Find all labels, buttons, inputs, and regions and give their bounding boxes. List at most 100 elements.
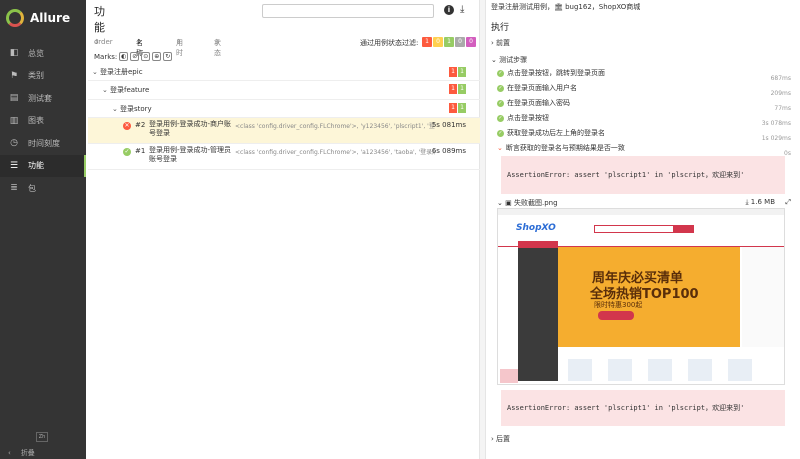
expand-icon[interactable]: ⤢: [785, 198, 791, 207]
step-label: 点击登录按钮，跳转到登录页面: [507, 69, 605, 77]
step-row[interactable]: ✓ 点击登录按钮 3s 078ms: [497, 113, 797, 127]
sort-order[interactable]: order ⇕: [94, 38, 113, 46]
sidebar-item-label: 功能: [28, 161, 44, 171]
sidebar-item-graphs[interactable]: ▥ 图表: [0, 110, 86, 133]
list-alt-icon: ≣: [10, 183, 18, 194]
clock-icon: ◷: [10, 138, 18, 149]
failed-status-icon: ✕: [123, 122, 131, 130]
brand[interactable]: Allure: [0, 0, 86, 36]
sidebar-item-categories[interactable]: ⚑ 类别: [0, 65, 86, 88]
marks-label: Marks:: [94, 52, 118, 61]
attachment-size: ⤓ 1.6 MB: [745, 198, 775, 207]
teardown-section[interactable]: › 后置: [491, 434, 510, 444]
mark-new-passed-icon[interactable]: ⊙: [141, 52, 151, 61]
passed-count: 1: [458, 103, 466, 113]
mark-new-broken-icon[interactable]: ⊕: [152, 52, 162, 61]
shot-product: [568, 359, 592, 381]
failed-step-row[interactable]: ⌄ 断言获取的登录名与预期结果是否一致 0s: [497, 143, 797, 157]
steps-section[interactable]: ⌄ 测试步骤: [491, 55, 527, 65]
test-case-row[interactable]: ✓ #1 登录用例-登录成功-管理员账号登录 <class 'config.dr…: [88, 144, 480, 170]
case-duration: 6s 089ms: [431, 147, 466, 155]
shot-logo: ShopXO: [516, 223, 556, 233]
execution-title: 执行: [491, 23, 510, 33]
collapse-label: 折叠: [20, 449, 35, 457]
shot-promo: [500, 369, 518, 383]
search-input[interactable]: [262, 4, 434, 18]
allure-report: Allure ◧ 总览 ⚑ 类别 ▤ 测试套 ▥ 图表 ◷ 时间刻度 ☰ 功能 ≣ 包 Zh …: [0, 0, 800, 459]
tree-node-story[interactable]: ⌄ 登录story 1 1: [88, 100, 480, 118]
sidebar-item-timeline[interactable]: ◷ 时间刻度: [0, 132, 86, 155]
status-filter-label: 通过用例状态过滤:: [360, 39, 419, 47]
download-icon[interactable]: ⤓: [745, 198, 748, 206]
chevron-right-icon: ›: [491, 435, 494, 443]
step-row[interactable]: ✓ 获取登录成功后左上角的登录名 1s 029ms: [497, 128, 797, 142]
step-row[interactable]: ✓ 点击登录按钮，跳转到登录页面 687ms: [497, 68, 797, 82]
step-time: 687ms: [770, 75, 791, 82]
filter-passed[interactable]: 1: [444, 37, 454, 47]
download-icon[interactable]: ⤓: [460, 4, 464, 15]
step-time: 0s: [784, 150, 791, 157]
passed-step-icon: ✓: [497, 114, 504, 122]
sidebar-item-label: 总览: [28, 48, 44, 58]
mark-flaky-icon[interactable]: ◐: [119, 52, 129, 61]
step-label: 在登录页面输入密码: [507, 99, 570, 107]
chevron-left-icon: ‹: [8, 449, 11, 457]
sort-order-label: order: [94, 38, 113, 46]
chevron-down-icon: ⌄: [497, 144, 503, 152]
assertion-error-message-2: AssertionError: assert 'plscript1' in 'p…: [501, 390, 785, 426]
step-row[interactable]: ✓ 在登录页面输入密码 77ms: [497, 98, 797, 112]
filter-unknown[interactable]: 0: [466, 37, 476, 47]
test-case-row[interactable]: ✕ #2 登录用例-登录成功-商户账号登录 <class 'config.dri…: [88, 118, 480, 144]
chevron-down-icon: ⌄: [112, 104, 118, 113]
attachment-header[interactable]: ⌄ ▣ 失败截图.png ⤓ 1.6 MB ⤢: [497, 198, 795, 208]
shot-category-header: [518, 241, 558, 248]
step-label: 点击登录按钮: [507, 114, 549, 122]
step-row[interactable]: ✓ 在登录页面输入用户名 209ms: [497, 83, 797, 97]
pane-splitter[interactable]: [480, 0, 486, 459]
tree-node-label: 登录feature: [110, 86, 150, 94]
status-filters: 1 0 1 0 0: [422, 37, 476, 47]
filter-broken[interactable]: 0: [433, 37, 443, 47]
dashboard-icon: ◧: [9, 48, 19, 59]
collapse-button[interactable]: ‹ 折叠: [8, 448, 35, 458]
list-icon: ☰: [9, 160, 19, 171]
step-time: 77ms: [774, 105, 791, 112]
mark-new-failed-icon[interactable]: ⊘: [130, 52, 140, 61]
sidebar: Allure ◧ 总览 ⚑ 类别 ▤ 测试套 ▥ 图表 ◷ 时间刻度 ☰ 功能 ≣ 包 Zh …: [0, 0, 86, 459]
sidebar-item-behaviors[interactable]: ☰ 功能: [0, 154, 86, 177]
sort-duration-label: 用时: [176, 39, 183, 57]
case-name: 登录用例-登录成功-管理员账号登录: [149, 146, 232, 163]
language-selector[interactable]: Zh: [36, 432, 48, 442]
tree-node-epic[interactable]: ⌄ 登录注册epic 1 1: [88, 64, 480, 81]
step-time: 1s 029ms: [761, 135, 791, 142]
marks-bar: Marks: ◐ ⊘ ⊙ ⊕ ↻: [94, 52, 173, 61]
setup-section[interactable]: › 前置: [491, 38, 510, 48]
passed-count: 1: [458, 67, 466, 77]
step-time: 209ms: [770, 90, 791, 97]
case-number: #1: [135, 147, 146, 155]
sort-name[interactable]: 名称 ⇕: [136, 38, 143, 57]
filter-skipped[interactable]: 0: [455, 37, 465, 47]
behaviors-tree: ⌄ 登录注册epic 1 1 ⌄ 登录feature 1 1 ⌄ 登录story: [88, 64, 480, 170]
shot-banner-button: [598, 311, 634, 320]
mark-retries-icon[interactable]: ↻: [163, 52, 173, 61]
briefcase-icon: ▤: [9, 93, 19, 104]
shot-category-menu: [518, 241, 558, 381]
filter-failed[interactable]: 1: [422, 37, 432, 47]
sidebar-item-label: 图表: [28, 116, 44, 126]
node-counts: 1 1: [449, 103, 466, 113]
chevron-down-icon: ⌄: [92, 68, 98, 76]
case-name: 登录用例-登录成功-商户账号登录: [149, 120, 232, 137]
sidebar-item-suites[interactable]: ▤ 测试套: [0, 87, 86, 110]
passed-step-icon: ✓: [497, 84, 504, 92]
step-label: 获取登录成功后左上角的登录名: [507, 129, 605, 137]
info-icon[interactable]: i: [444, 5, 454, 15]
step-label: 断言获取的登录名与预期结果是否一致: [505, 144, 625, 152]
tree-node-feature[interactable]: ⌄ 登录feature 1 1: [88, 81, 480, 100]
case-params: <class 'config.driver_config.FLChrome'>,…: [235, 149, 435, 156]
sort-status[interactable]: 状态 ⇕: [214, 38, 221, 57]
failure-screenshot[interactable]: ShopXO 周年庆必买清单 全场热销TOP100 限时特惠300起: [497, 208, 785, 385]
sidebar-item-overview[interactable]: ◧ 总览: [0, 42, 86, 65]
sidebar-item-packages[interactable]: ≣ 包: [0, 177, 86, 200]
sort-duration[interactable]: 用时 ⇕: [176, 38, 183, 57]
